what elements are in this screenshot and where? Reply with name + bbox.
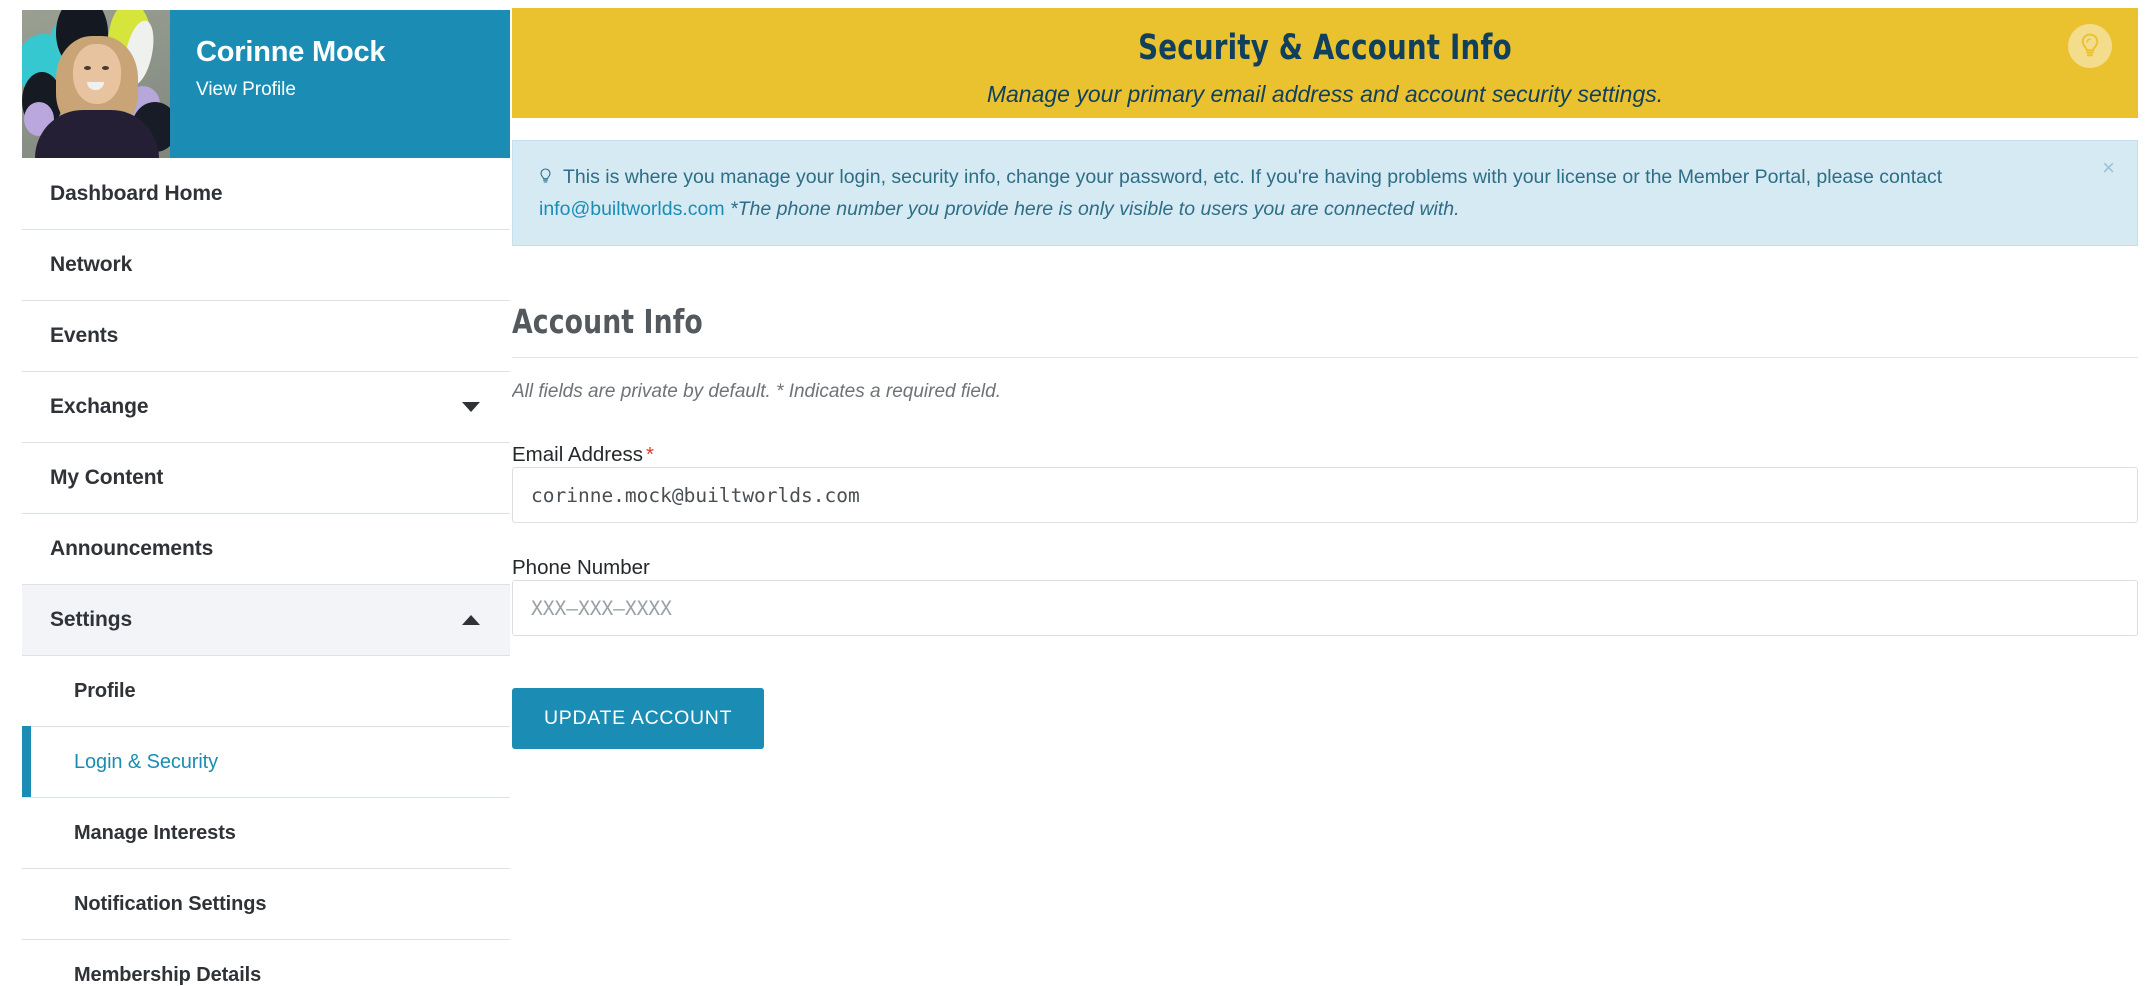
sidebar-item-label: Dashboard Home: [50, 181, 223, 205]
sidebar-item-login-security[interactable]: Login & Security: [22, 726, 510, 798]
info-alert: This is where you manage your login, sec…: [512, 140, 2138, 247]
app-root: Corinne Mock View Profile Dashboard Home…: [0, 0, 2154, 986]
sidebar-item-label: Announcements: [50, 537, 214, 560]
phone-input[interactable]: [512, 580, 2138, 637]
profile-meta: Corinne Mock View Profile: [170, 10, 510, 158]
sidebar-item-label: Membership Details: [74, 963, 262, 986]
sidebar-item-label: Manage Interests: [74, 821, 236, 844]
sidebar-item-network[interactable]: Network: [22, 229, 510, 300]
page-subtitle: Manage your primary email address and ac…: [986, 81, 1664, 107]
sidebar-item-label: Network: [50, 253, 133, 276]
support-email-link[interactable]: info@builtworlds.com: [539, 198, 725, 220]
sidebar-item-manage-interests[interactable]: Manage Interests: [22, 797, 510, 868]
sidebar-item-settings[interactable]: Settings: [22, 584, 510, 655]
alert-note: *The phone number you provide here is on…: [730, 197, 1460, 220]
sidebar-item-label: Login & Security: [74, 750, 219, 773]
sidebar-item-label: My Content: [50, 466, 164, 489]
email-label: Email Address *: [512, 443, 654, 466]
profile-name: Corinne Mock: [196, 36, 386, 68]
sidebar-item-dashboard-home[interactable]: Dashboard Home: [22, 158, 510, 229]
section-note: All fields are private by default. * Ind…: [512, 381, 1001, 403]
email-field-group: Email Address *: [512, 443, 2138, 524]
view-profile-link[interactable]: View Profile: [196, 79, 296, 101]
sidebar-item-label: Profile: [74, 679, 136, 702]
phone-label: Phone Number: [512, 556, 650, 580]
sidebar-item-label: Settings: [50, 608, 133, 631]
sidebar-item-profile[interactable]: Profile: [22, 655, 510, 726]
close-icon[interactable]: ×: [2102, 157, 2115, 179]
sidebar-item-announcements[interactable]: Announcements: [22, 513, 510, 584]
chevron-up-icon: [462, 615, 480, 625]
sidebar-item-label: Events: [50, 324, 119, 347]
sidebar: Corinne Mock View Profile Dashboard Home…: [0, 0, 512, 986]
sidebar-item-exchange[interactable]: Exchange: [22, 371, 510, 442]
sidebar-nav: Dashboard Home Network Events Exchange M…: [22, 158, 510, 986]
sidebar-item-my-content[interactable]: My Content: [22, 442, 510, 513]
chevron-down-icon: [462, 402, 480, 412]
phone-field-group: Phone Number: [512, 556, 2138, 637]
lightbulb-icon[interactable]: [2068, 24, 2112, 68]
section-divider: [512, 357, 2138, 359]
email-label-text: Email Address: [512, 443, 644, 467]
profile-card[interactable]: Corinne Mock View Profile: [22, 10, 510, 158]
required-marker: *: [646, 443, 655, 467]
section-title: Account Info: [512, 302, 703, 342]
sidebar-item-notification-settings[interactable]: Notification Settings: [22, 868, 510, 939]
active-indicator: [22, 726, 31, 798]
email-input[interactable]: [512, 467, 2138, 524]
main-content: Security & Account Info Manage your prim…: [512, 0, 2154, 986]
sidebar-item-label: Notification Settings: [74, 892, 267, 915]
alert-text: This is where you manage your login, sec…: [563, 166, 1943, 188]
update-account-button[interactable]: UPDATE ACCOUNT: [512, 688, 765, 750]
sidebar-item-events[interactable]: Events: [22, 300, 510, 371]
page-title: Security & Account Info: [1138, 28, 1512, 68]
avatar: [22, 10, 170, 158]
sidebar-item-membership-details[interactable]: Membership Details: [22, 939, 510, 986]
lightbulb-icon: [539, 166, 552, 195]
page-banner: Security & Account Info Manage your prim…: [512, 8, 2138, 118]
sidebar-item-label: Exchange: [50, 395, 149, 418]
